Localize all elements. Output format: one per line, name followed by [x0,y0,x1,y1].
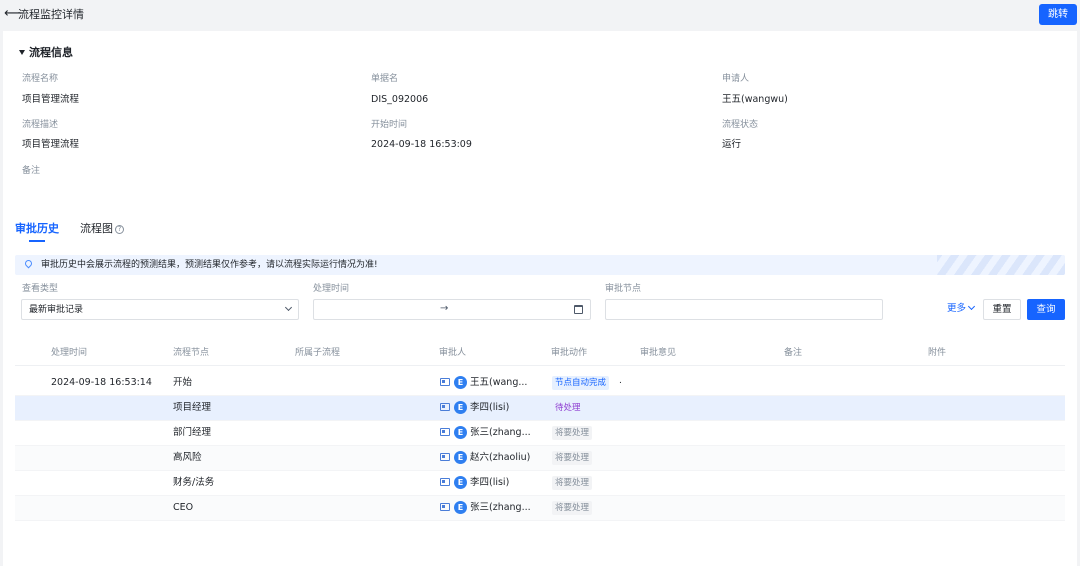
more-filters-button[interactable]: 更多 [947,302,976,315]
notice-banner: 审批历史中会展示流程的预测结果，预测结果仅作参考，请以流程实际运行情况为准! [15,255,1065,275]
status-badge: 将要处理 [552,451,593,465]
jump-button[interactable]: 跳转 [1039,4,1077,25]
col-subprocess: 所属子流程 [295,348,341,358]
view-type-value: 最新审批记录 [29,305,84,315]
start-time-label: 开始时间 [371,120,408,130]
row-opinion: . [619,376,622,386]
time-range-picker[interactable]: → [313,299,591,320]
tab-flowchart-label: 流程图 [80,222,113,235]
row-approver[interactable]: 张三(zhang... [470,502,531,514]
remark-label: 备注 [22,166,41,176]
table-row[interactable]: CEO E 张三(zhang... 将要处理 [15,496,1065,521]
avatar: E [454,426,467,439]
approval-node-input[interactable] [605,299,883,320]
avatar: E [454,451,467,464]
caret-down-icon[interactable] [19,50,25,55]
more-label: 更多 [947,303,967,314]
table-row[interactable]: 财务/法务 E 李四(lisi) 将要处理 [15,471,1065,496]
description-value: 项目管理流程 [22,139,80,150]
chevron-down-icon [284,303,293,312]
row-time: 2024-09-18 16:53:14 [51,377,152,388]
status-badge: 将要处理 [552,426,593,440]
row-node: CEO [173,502,194,513]
col-opinion: 审批意见 [640,348,677,358]
avatar: E [454,476,467,489]
col-attachment: 附件 [928,348,947,358]
start-time-value: 2024-09-18 16:53:09 [371,139,472,150]
applicant-value: 王五(wangwu) [722,94,788,105]
calendar-icon [574,305,583,314]
row-node: 财务/法务 [173,477,215,488]
description-label: 流程描述 [22,120,59,130]
col-remark: 备注 [784,348,803,358]
table-row[interactable]: 项目经理 E 李四(lisi) 待处理 [15,396,1065,421]
process-name-label: 流程名称 [22,74,59,84]
doc-name-label: 单据名 [371,74,399,84]
col-approver: 审批人 [439,348,467,358]
view-type-select[interactable]: 最新审批记录 [21,299,299,320]
table-row[interactable]: 2024-09-18 16:53:14 开始 E 王五(wang... 节点自动… [15,371,1065,396]
chevron-down-icon [967,302,976,311]
avatar: E [454,501,467,514]
table-row[interactable]: 部门经理 E 张三(zhang... 将要处理 [15,421,1065,446]
status-badge: 将要处理 [552,501,593,515]
row-approver[interactable]: 李四(lisi) [470,402,509,414]
table-header: 处理时间 流程节点 所属子流程 审批人 审批动作 审批意见 备注 附件 [15,339,1065,366]
status-badge: 节点自动完成 [552,376,610,390]
col-process-node: 流程节点 [173,348,210,358]
col-process-time: 处理时间 [51,348,88,358]
location-pin-icon [23,258,34,269]
main-card: 流程信息 流程名称 项目管理流程 单据名 DIS_092006 申请人 王五(w… [3,31,1077,566]
tab-approval-history[interactable]: 审批历史 [15,221,59,237]
row-node: 高风险 [173,452,202,463]
help-circle-icon[interactable]: ? [115,225,124,234]
avatar: E [454,376,467,389]
reset-button[interactable]: 重置 [983,299,1021,320]
view-type-label: 查看类型 [22,284,59,294]
row-approver[interactable]: 张三(zhang... [470,427,531,439]
status-badge: 将要处理 [552,476,593,490]
range-separator: → [440,303,449,314]
id-card-icon[interactable] [440,378,450,386]
doc-name-value: DIS_092006 [371,94,429,105]
notice-text: 审批历史中会展示流程的预测结果，预测结果仅作参考，请以流程实际运行情况为准! [41,260,378,270]
row-node: 开始 [173,377,193,388]
row-node: 项目经理 [173,402,212,413]
tab-bar: 审批历史 流程图? [15,221,315,245]
row-approver[interactable]: 李四(lisi) [470,477,509,489]
table-row[interactable]: 高风险 E 赵六(zhaoliu) 将要处理 [15,446,1065,471]
row-node: 部门经理 [173,427,212,438]
id-card-icon[interactable] [440,428,450,436]
id-card-icon[interactable] [440,503,450,511]
avatar: E [454,401,467,414]
process-name-value: 项目管理流程 [22,94,80,105]
approval-node-label: 审批节点 [605,284,642,294]
section-title: 流程信息 [29,46,73,59]
status-badge: 待处理 [555,403,581,413]
id-card-icon[interactable] [440,453,450,461]
status-label: 流程状态 [722,120,759,130]
top-bar: ⟵ 流程监控详情 跳转 [0,0,1080,30]
query-button[interactable]: 查询 [1027,299,1065,320]
id-card-icon[interactable] [440,403,450,411]
page-title: 流程监控详情 [18,8,84,21]
notice-decoration [937,255,1065,275]
approval-history-table: 处理时间 流程节点 所属子流程 审批人 审批动作 审批意见 备注 附件 2024… [15,339,1065,521]
col-approval-action: 审批动作 [551,348,588,358]
tab-flowchart[interactable]: 流程图? [80,221,124,237]
id-card-icon[interactable] [440,478,450,486]
tab-active-indicator [29,240,45,242]
row-approver[interactable]: 赵六(zhaoliu) [470,452,530,464]
applicant-label: 申请人 [722,74,750,84]
status-value: 运行 [722,139,742,150]
row-approver[interactable]: 王五(wang... [470,377,527,389]
process-time-label: 处理时间 [313,284,350,294]
